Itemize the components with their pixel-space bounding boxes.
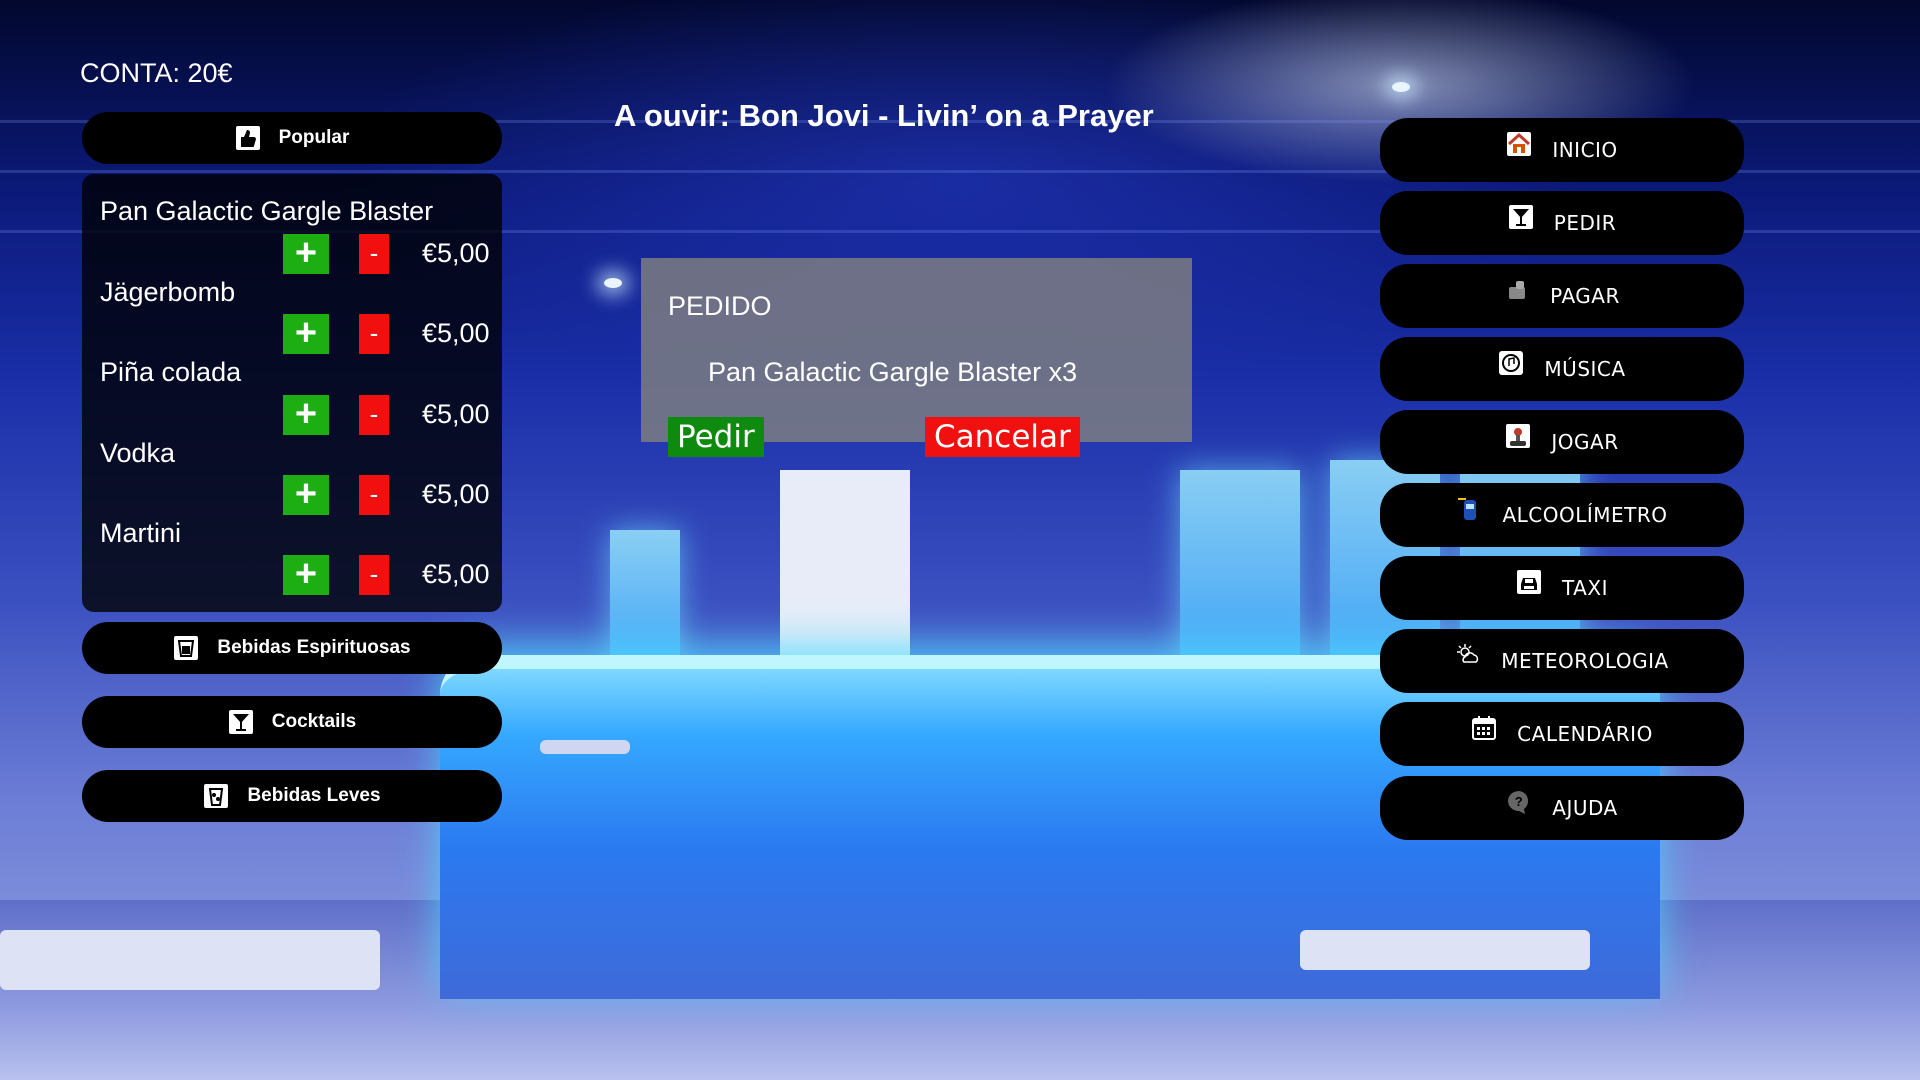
category-label: Bebidas Espirituosas xyxy=(217,637,411,658)
weather-icon xyxy=(1455,642,1481,668)
increase-quantity-button[interactable]: + xyxy=(283,395,329,435)
game-icon xyxy=(1505,423,1531,449)
nav-label: PEDIR xyxy=(1553,211,1617,235)
drink-price: €5,00 xyxy=(422,318,490,348)
nav-inicio[interactable]: INICIO xyxy=(1380,118,1744,182)
nav-label: TAXI xyxy=(1562,576,1608,600)
category-label: Popular xyxy=(278,127,350,148)
nav-label: AJUDA xyxy=(1552,796,1618,820)
category-popular[interactable]: Popular xyxy=(82,112,502,164)
music-icon xyxy=(1498,350,1524,376)
calendar-icon xyxy=(1471,715,1497,741)
nav-label: ALCOOLÍMETRO xyxy=(1502,503,1668,527)
drink-list: Pan Galactic Gargle Blaster + - €5,00 Jä… xyxy=(82,174,502,612)
nav-label: CALENDÁRIO xyxy=(1517,722,1653,746)
whiskey-glass-icon xyxy=(173,635,199,661)
nav-alcoolimetro[interactable]: ALCOOLÍMETRO xyxy=(1380,483,1744,547)
drink-name: Jägerbomb xyxy=(100,277,236,307)
nav-label: JOGAR xyxy=(1551,430,1619,454)
svg-text:?: ? xyxy=(1515,794,1523,809)
cocktail-icon xyxy=(228,709,254,735)
cocktail-icon xyxy=(1508,204,1534,230)
category-bebidas-leves[interactable]: Bebidas Leves xyxy=(82,770,502,822)
drink-price: €5,00 xyxy=(422,399,490,429)
decrease-quantity-button[interactable]: - xyxy=(359,314,389,354)
help-icon: ? xyxy=(1506,789,1532,815)
increase-quantity-button[interactable]: + xyxy=(283,234,329,274)
nav-musica[interactable]: MÚSICA xyxy=(1380,337,1744,401)
category-bebidas-espirituosas[interactable]: Bebidas Espirituosas xyxy=(82,622,502,674)
drink-price: €5,00 xyxy=(422,479,490,509)
increase-quantity-button[interactable]: + xyxy=(283,314,329,354)
drink-name: Vodka xyxy=(100,438,176,468)
nav-label: METEOROLOGIA xyxy=(1501,649,1669,673)
drink-name: Pan Galactic Gargle Blaster xyxy=(100,196,434,226)
category-label: Bebidas Leves xyxy=(247,785,381,806)
drink-price: €5,00 xyxy=(422,238,490,268)
nav-meteorologia[interactable]: METEOROLOGIA xyxy=(1380,629,1744,693)
order-title: PEDIDO xyxy=(668,291,772,321)
nav-calendario[interactable]: CALENDÁRIO xyxy=(1380,702,1744,766)
nav-ajuda[interactable]: ? AJUDA xyxy=(1380,776,1744,840)
decrease-quantity-button[interactable]: - xyxy=(359,555,389,595)
drink-price: €5,00 xyxy=(422,559,490,589)
cancel-order-button[interactable]: Cancelar xyxy=(925,417,1080,457)
category-cocktails[interactable]: Cocktails xyxy=(82,696,502,748)
order-item: Pan Galactic Gargle Blaster x3 xyxy=(708,357,1078,387)
taxi-icon xyxy=(1516,569,1542,595)
decrease-quantity-button[interactable]: - xyxy=(359,395,389,435)
home-icon xyxy=(1506,131,1532,157)
soft-drink-icon xyxy=(203,783,229,809)
thumbs-up-icon xyxy=(235,125,261,151)
nav-taxi[interactable]: TAXI xyxy=(1380,556,1744,620)
drink-name: Martini xyxy=(100,518,182,548)
nav-pagar[interactable]: PAGAR xyxy=(1380,264,1744,328)
increase-quantity-button[interactable]: + xyxy=(283,475,329,515)
nav-label: MÚSICA xyxy=(1544,357,1626,381)
payment-icon xyxy=(1504,277,1530,303)
breathalyzer-icon xyxy=(1456,496,1482,522)
increase-quantity-button[interactable]: + xyxy=(283,555,329,595)
confirm-order-button[interactable]: Pedir xyxy=(668,417,764,457)
category-label: Cocktails xyxy=(271,711,357,732)
nav-jogar[interactable]: JOGAR xyxy=(1380,410,1744,474)
account-balance: CONTA: 20€ xyxy=(80,58,233,88)
now-playing-title: A ouvir: Bon Jovi - Livin’ on a Prayer xyxy=(614,98,1154,133)
decrease-quantity-button[interactable]: - xyxy=(359,234,389,274)
nav-pedir[interactable]: PEDIR xyxy=(1380,191,1744,255)
decrease-quantity-button[interactable]: - xyxy=(359,475,389,515)
drink-name: Piña colada xyxy=(100,357,242,387)
nav-label: PAGAR xyxy=(1550,284,1620,308)
nav-label: INICIO xyxy=(1552,138,1618,162)
order-panel: PEDIDO Pan Galactic Gargle Blaster x3 xyxy=(641,258,1192,442)
